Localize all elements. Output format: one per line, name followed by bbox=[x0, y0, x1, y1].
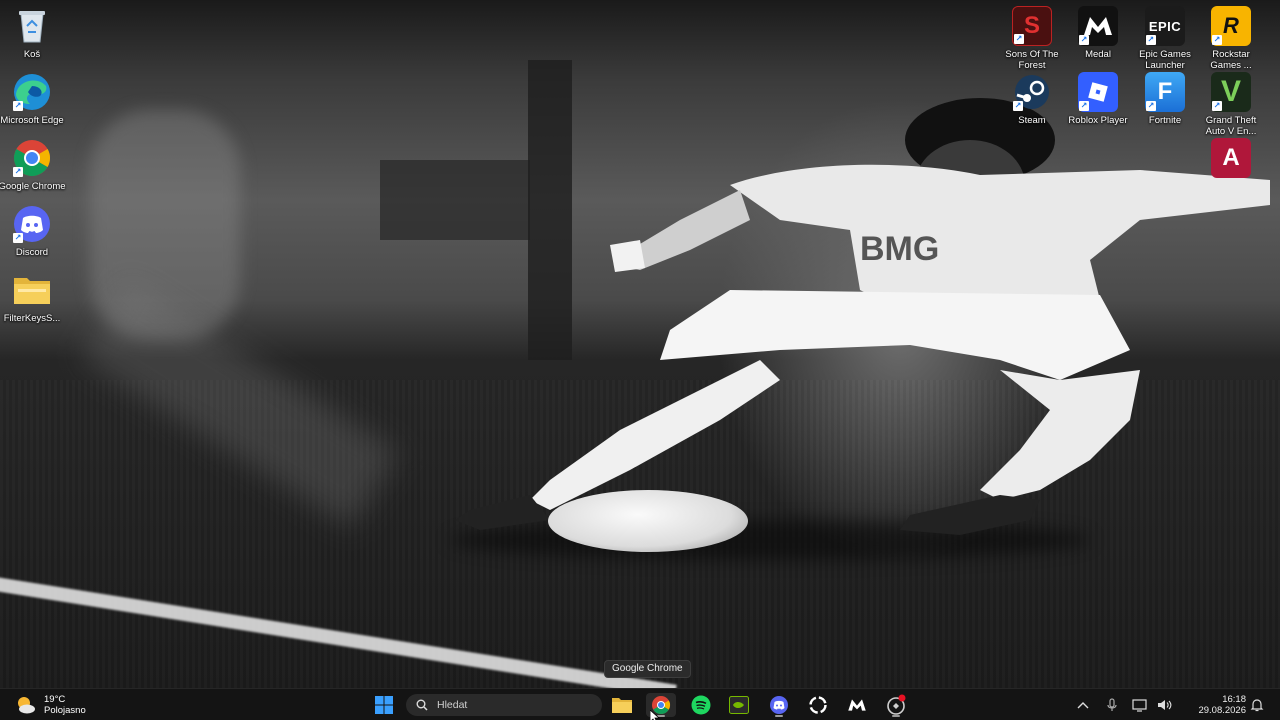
taskbar-nvidia[interactable] bbox=[724, 693, 754, 717]
desktop-icon-roblox[interactable]: ↗ Roblox Player bbox=[1063, 72, 1133, 127]
network-tray-button[interactable] bbox=[1132, 697, 1148, 713]
app-a-icon: A bbox=[1211, 138, 1251, 178]
shortcut-arrow-icon: ↗ bbox=[13, 101, 23, 111]
desktop-icon-label: Google Chrome bbox=[0, 181, 66, 192]
shortcut-arrow-icon: ↗ bbox=[1146, 101, 1156, 111]
rockstar-icon: R ↗ bbox=[1211, 6, 1251, 46]
taskbar-discord[interactable] bbox=[764, 693, 794, 717]
taskbar-circle-app[interactable] bbox=[803, 693, 833, 717]
clock-time: 16:18 bbox=[1222, 694, 1246, 705]
running-indicator bbox=[775, 715, 783, 717]
gta-v-icon: V ↗ bbox=[1211, 72, 1251, 112]
taskbar-search[interactable] bbox=[406, 694, 602, 716]
running-indicator bbox=[892, 715, 900, 717]
desktop-icon-label: Microsoft Edge bbox=[0, 115, 64, 126]
taskbar-medal[interactable] bbox=[842, 693, 872, 717]
desktop-icon-label: Roblox Player bbox=[1068, 115, 1128, 126]
shortcut-arrow-icon: ↗ bbox=[1212, 101, 1222, 111]
weather-condition: Polojasno bbox=[44, 705, 86, 716]
chrome-tooltip: Google Chrome bbox=[604, 660, 691, 678]
desktop-icon-medal[interactable]: ↗ Medal bbox=[1063, 6, 1133, 61]
svg-text:BMG: BMG bbox=[860, 230, 939, 268]
discord-icon: ↗ bbox=[12, 204, 52, 244]
epic-games-icon: EPIC ↗ bbox=[1145, 6, 1185, 46]
desktop-icon-label: Epic Games Launcher bbox=[1139, 49, 1191, 71]
show-hidden-icons-chevron[interactable] bbox=[1075, 697, 1091, 713]
desktop-icon-label: Koš bbox=[23, 49, 41, 60]
desktop-icon-app-a[interactable]: A bbox=[1196, 138, 1266, 178]
circle-app-icon bbox=[809, 696, 827, 714]
wallpaper-football-player: BMG bbox=[455, 98, 1270, 535]
chevron-up-icon bbox=[1077, 702, 1089, 709]
discord-icon bbox=[770, 696, 788, 714]
desktop-icon-label: Steam bbox=[1018, 115, 1046, 126]
shortcut-arrow-icon: ↗ bbox=[1146, 35, 1156, 45]
desktop-icon-gta-v[interactable]: V ↗ Grand Theft Auto V En... bbox=[1196, 72, 1266, 137]
notification-bell-icon bbox=[1250, 699, 1264, 712]
weather-widget[interactable]: 19°C Polojasno bbox=[14, 693, 86, 717]
desktop-icon-label: Grand Theft Auto V En... bbox=[1205, 115, 1257, 137]
shortcut-arrow-icon: ↗ bbox=[13, 233, 23, 243]
chrome-icon: ↗ bbox=[12, 138, 52, 178]
wallpaper-football bbox=[548, 490, 748, 552]
clock-date: 29.08.2026 bbox=[1198, 705, 1246, 716]
weather-temperature: 19°C bbox=[44, 694, 66, 705]
volume-icon bbox=[1158, 700, 1172, 710]
desktop-icon-label: Rockstar Games ... bbox=[1210, 49, 1252, 71]
network-icon bbox=[1132, 699, 1147, 712]
recycle-bin-icon bbox=[12, 6, 52, 46]
notification-app-icon bbox=[887, 694, 906, 715]
mouse-cursor-icon bbox=[650, 710, 660, 720]
desktop-icon-label: Discord bbox=[15, 247, 49, 258]
microphone-tray-button[interactable] bbox=[1104, 697, 1120, 713]
taskbar-spotify[interactable] bbox=[686, 693, 716, 717]
folder-icon bbox=[612, 698, 632, 713]
taskbar-file-explorer[interactable] bbox=[607, 693, 637, 717]
medal-icon: ↗ bbox=[1078, 6, 1118, 46]
taskbar-notify-app[interactable] bbox=[881, 693, 911, 717]
shortcut-arrow-icon: ↗ bbox=[1079, 35, 1089, 45]
start-button[interactable] bbox=[369, 693, 399, 717]
edge-icon: ↗ bbox=[12, 72, 52, 112]
folder-icon bbox=[12, 270, 52, 310]
desktop-icon-edge[interactable]: ↗ Microsoft Edge bbox=[0, 72, 67, 127]
desktop-icon-sons-of-the-forest[interactable]: S ↗ Sons Of The Forest bbox=[997, 6, 1067, 71]
desktop-icon-discord[interactable]: ↗ Discord bbox=[0, 204, 67, 259]
desktop-icon-recycle-bin[interactable]: Koš bbox=[0, 6, 67, 61]
medal-icon bbox=[848, 699, 866, 711]
roblox-icon: ↗ bbox=[1078, 72, 1118, 112]
desktop-icon-epic-games[interactable]: EPIC ↗ Epic Games Launcher bbox=[1130, 6, 1200, 71]
shortcut-arrow-icon: ↗ bbox=[1079, 101, 1089, 111]
desktop-icon-rockstar[interactable]: R ↗ Rockstar Games ... bbox=[1196, 6, 1266, 71]
nvidia-icon bbox=[729, 696, 749, 714]
volume-tray-button[interactable] bbox=[1157, 697, 1173, 713]
partly-cloudy-icon bbox=[14, 694, 36, 716]
desktop-icon-fortnite[interactable]: F ↗ Fortnite bbox=[1130, 72, 1200, 127]
desktop-icon-label: FilterKeysS... bbox=[3, 313, 61, 324]
desktop-icon-steam[interactable]: ↗ Steam bbox=[997, 72, 1067, 127]
desktop-icon-label: Sons Of The Forest bbox=[1005, 49, 1059, 71]
search-icon bbox=[416, 699, 428, 711]
desktop-icon-label: Medal bbox=[1085, 49, 1111, 60]
desktop-icon-filterkeys-folder[interactable]: FilterKeysS... bbox=[0, 270, 67, 325]
desktop-icon-chrome[interactable]: ↗ Google Chrome bbox=[0, 138, 67, 193]
fortnite-icon: F ↗ bbox=[1145, 72, 1185, 112]
desktop-icon-label: Fortnite bbox=[1148, 115, 1182, 126]
shortcut-arrow-icon: ↗ bbox=[1013, 101, 1023, 111]
sons-of-the-forest-icon: S ↗ bbox=[1012, 6, 1052, 46]
shortcut-arrow-icon: ↗ bbox=[1212, 35, 1222, 45]
taskbar-clock[interactable]: 16:18 29.08.2026 bbox=[1180, 694, 1246, 716]
notifications-button[interactable] bbox=[1249, 697, 1265, 713]
shortcut-arrow-icon: ↗ bbox=[13, 167, 23, 177]
taskbar: 19°C Polojasno Hledat 16:18 29.08.2026 bbox=[0, 688, 1280, 720]
shortcut-arrow-icon: ↗ bbox=[1014, 34, 1024, 44]
steam-icon: ↗ bbox=[1012, 72, 1052, 112]
spotify-icon bbox=[691, 695, 711, 715]
windows-start-icon bbox=[375, 696, 393, 714]
search-input[interactable] bbox=[437, 699, 587, 711]
microphone-icon bbox=[1107, 698, 1117, 711]
